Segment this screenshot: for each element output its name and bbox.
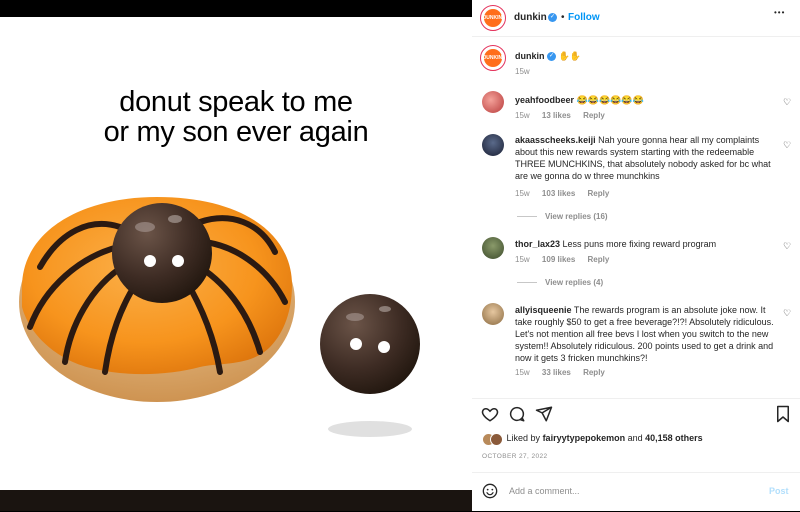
view-replies-button[interactable]: View replies (16) [517,212,608,221]
comments-list[interactable]: DUNKIN' dunkin ✓ ✋✋ 15w yeahfoodbeer 😂😂😂… [472,37,800,393]
avatar-logo: DUNKIN' [483,8,503,28]
verified-badge-icon: ✓ [548,13,557,22]
commenter-avatar[interactable] [482,91,504,113]
caption: dunkin ✓ ✋✋ [515,50,777,62]
author-username[interactable]: dunkin [514,12,547,23]
commenter-avatar[interactable] [482,237,504,259]
likes-summary: Liked by fairyytypepokemon and 40,158 ot… [482,432,703,446]
post-header: DUNKIN' dunkin ✓ • Follow ••• [472,0,800,37]
separator-dot: • [561,12,565,23]
comment-body: Less puns more fixing reward program [562,239,717,249]
comment-likes[interactable]: 109 likes [542,255,575,264]
author-avatar[interactable]: DUNKIN' [480,5,506,31]
emoji-icon[interactable] [482,483,498,499]
follow-button[interactable]: Follow [568,12,600,23]
comment-likes[interactable]: 33 likes [542,368,571,377]
top-bar [0,0,472,17]
comment-likes[interactable]: 13 likes [542,111,571,120]
spider-donut-illustration [19,197,420,437]
comment-username[interactable]: akaasscheeks.keiji [515,135,596,145]
comment-text: akaasscheeks.keiji Nah youre gonna hear … [515,134,777,182]
comment-meta: 15w 33 likes Reply [515,368,615,377]
comment-time: 15w [515,255,530,264]
commenter-avatar[interactable] [482,303,504,325]
comment-text: thor_lax23 Less puns more fixing reward … [515,238,777,250]
post-comment-button[interactable]: Post [769,486,789,496]
bottom-bar [0,490,472,511]
post-side-panel: DUNKIN' dunkin ✓ • Follow ••• DUNKIN' du… [472,0,800,511]
liker-username[interactable]: fairyytypepokemon [543,433,626,443]
comment-meta: 15w 103 likes Reply [515,189,619,198]
avatar-logo: DUNKIN' [483,48,503,68]
like-heart-icon[interactable] [481,405,499,423]
comment-time: 15w [515,111,530,120]
like-comment-heart-icon[interactable]: ♡ [783,97,791,108]
comment-meta: 15w 13 likes Reply [515,111,615,120]
liker-avatar[interactable] [490,432,503,446]
add-comment-bar: Add a comment... Post [472,472,800,512]
more-options-icon[interactable]: ••• [774,8,785,17]
verified-badge-icon: ✓ [547,52,557,62]
comment-time: 15w [515,368,530,377]
reply-button[interactable]: Reply [583,368,605,377]
caption-username[interactable]: dunkin [515,51,545,61]
comment-username[interactable]: thor_lax23 [515,239,560,249]
comment-username[interactable]: yeahfoodbeer [515,95,574,105]
commenter-avatar[interactable] [482,134,504,156]
reply-button[interactable]: Reply [588,189,610,198]
likes-and: and [627,433,643,443]
share-paper-plane-icon[interactable] [535,405,553,423]
action-bar [472,398,800,429]
comment-text: yeahfoodbeer 😂😂😂😂😂😂 [515,94,777,106]
comment-time: 15w [515,189,530,198]
add-comment-input[interactable]: Add a comment... [509,486,580,496]
likes-prefix: Liked by [506,433,541,443]
comment-bubble-icon[interactable] [508,405,526,423]
view-replies-button[interactable]: View replies (4) [517,278,603,287]
like-comment-heart-icon[interactable]: ♡ [783,140,791,151]
caption-time: 15w [515,67,530,76]
comment-username[interactable]: allyisqueenie [515,305,572,315]
comment-body: 😂😂😂😂😂😂 [576,95,644,105]
save-bookmark-icon[interactable] [775,405,791,423]
post-date[interactable]: OCTOBER 27, 2022 [482,453,548,460]
post-image[interactable]: donut speak to me or my son ever again [0,17,472,490]
comment-text: allyisqueenie The rewards program is an … [515,304,777,364]
comment-meta: 15w 109 likes Reply [515,255,619,264]
like-comment-heart-icon[interactable]: ♡ [783,308,791,319]
reply-button[interactable]: Reply [588,255,610,264]
comment-likes[interactable]: 103 likes [542,189,575,198]
reply-button[interactable]: Reply [583,111,605,120]
like-comment-heart-icon[interactable]: ♡ [783,241,791,252]
caption-avatar[interactable]: DUNKIN' [480,45,506,71]
likes-others-count[interactable]: 40,158 others [645,433,703,443]
caption-text: ✋✋ [558,51,581,61]
